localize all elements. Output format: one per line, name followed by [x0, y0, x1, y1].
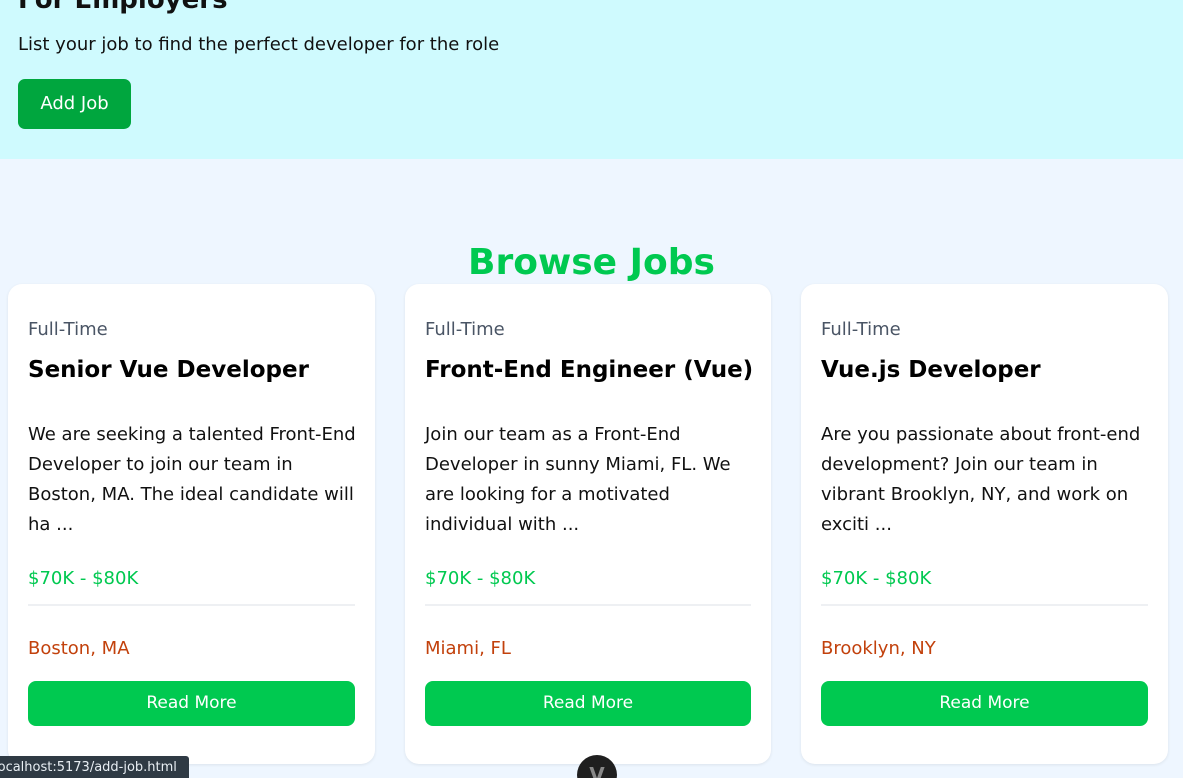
status-url-text: localhost:5173/add-job.html	[0, 760, 177, 775]
card-divider	[28, 604, 355, 606]
job-salary: $70K - $80K	[821, 568, 932, 589]
browse-jobs-title: Browse Jobs	[468, 241, 715, 283]
job-salary: $70K - $80K	[28, 568, 139, 589]
job-title: Front-End Engineer (Vue)	[425, 357, 754, 383]
job-salary: $70K - $80K	[425, 568, 536, 589]
employers-subtitle: List your job to find the perfect develo…	[18, 34, 500, 55]
devtools-glyph: V	[589, 763, 605, 778]
add-job-button[interactable]: Add Job	[18, 79, 131, 129]
read-more-button[interactable]: Read More	[425, 681, 751, 726]
job-location: Miami, FL	[425, 638, 511, 659]
job-title: Vue.js Developer	[821, 357, 1041, 383]
job-location: Boston, MA	[28, 638, 130, 659]
job-type: Full-Time	[821, 319, 901, 340]
read-more-button[interactable]: Read More	[28, 681, 355, 726]
job-description: Join our team as a Front-End Developer i…	[425, 424, 731, 535]
job-description: Are you passionate about front-end devel…	[821, 424, 1141, 535]
job-type: Full-Time	[28, 319, 108, 340]
job-type: Full-Time	[425, 319, 505, 340]
job-card: Full-Time Front-End Engineer (Vue) Join …	[405, 284, 771, 764]
job-card: Full-Time Senior Vue Developer We are se…	[8, 284, 375, 764]
card-divider	[821, 604, 1148, 606]
job-description: We are seeking a talented Front-End Deve…	[28, 424, 356, 535]
job-location: Brooklyn, NY	[821, 638, 936, 659]
employers-section: For Employers List your job to find the …	[0, 0, 1183, 159]
job-title: Senior Vue Developer	[28, 357, 309, 383]
card-divider	[425, 604, 751, 606]
read-more-button[interactable]: Read More	[821, 681, 1148, 726]
status-bar-url: localhost:5173/add-job.html	[0, 756, 189, 778]
job-card: Full-Time Vue.js Developer Are you passi…	[801, 284, 1168, 764]
employers-title: For Employers	[18, 0, 228, 15]
